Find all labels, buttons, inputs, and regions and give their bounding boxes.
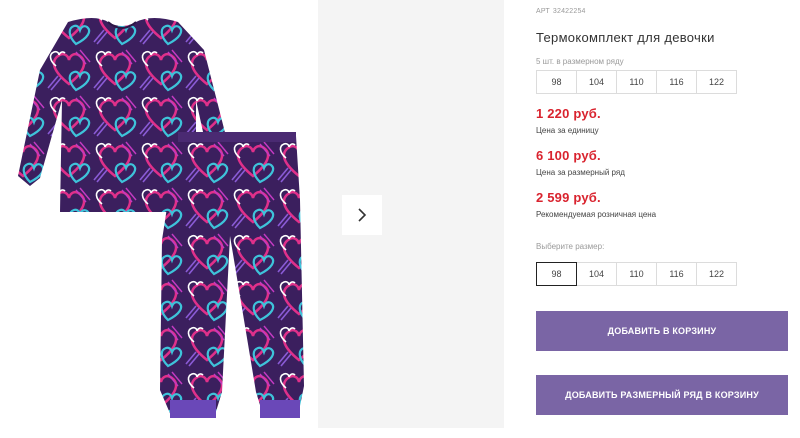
pack-size-cell: 122	[696, 70, 737, 94]
row-price-note: Цена за размерный ряд	[536, 168, 625, 177]
add-to-cart-button[interactable]: ДОБАВИТЬ В КОРЗИНУ	[536, 311, 788, 351]
size-selector: 98 104 110 116 122	[536, 262, 737, 286]
size-select-label: Выберите размер:	[536, 242, 605, 251]
pack-size-cell: 110	[616, 70, 657, 94]
product-image[interactable]	[0, 0, 310, 438]
pack-size-cell: 104	[576, 70, 617, 94]
unit-price: 1 220 руб.	[536, 106, 601, 121]
retail-price-note: Рекомендуемая розничная цена	[536, 210, 657, 219]
add-size-row-to-cart-button[interactable]: ДОБАВИТЬ РАЗМЕРНЫЙ РЯД В КОРЗИНУ	[536, 375, 788, 415]
pack-size-row: 98 104 110 116 122	[536, 70, 737, 94]
size-option-122[interactable]: 122	[696, 262, 737, 286]
product-page: АРТ 32422254 Термокомплект для девочки 5 …	[0, 0, 800, 438]
pack-size-label: 5 шт. в размерном ряду	[536, 57, 624, 66]
size-option-104[interactable]: 104	[576, 262, 617, 286]
product-title: Термокомплект для девочки	[536, 30, 715, 45]
product-sku: АРТ 32422254	[536, 8, 586, 15]
sku-value: 32422254	[552, 8, 586, 15]
size-option-116[interactable]: 116	[656, 262, 697, 286]
gallery-next-button[interactable]	[342, 195, 382, 235]
size-option-98[interactable]: 98	[536, 262, 577, 286]
sku-label: АРТ	[536, 8, 550, 15]
pajama-product-photo	[18, 18, 304, 418]
unit-price-note: Цена за единицу	[536, 126, 599, 135]
pack-size-cell: 98	[536, 70, 577, 94]
size-option-110[interactable]: 110	[616, 262, 657, 286]
chevron-right-icon	[358, 208, 367, 222]
pack-size-cell: 116	[656, 70, 697, 94]
row-price: 6 100 руб.	[536, 148, 601, 163]
retail-price: 2 599 руб.	[536, 190, 601, 205]
